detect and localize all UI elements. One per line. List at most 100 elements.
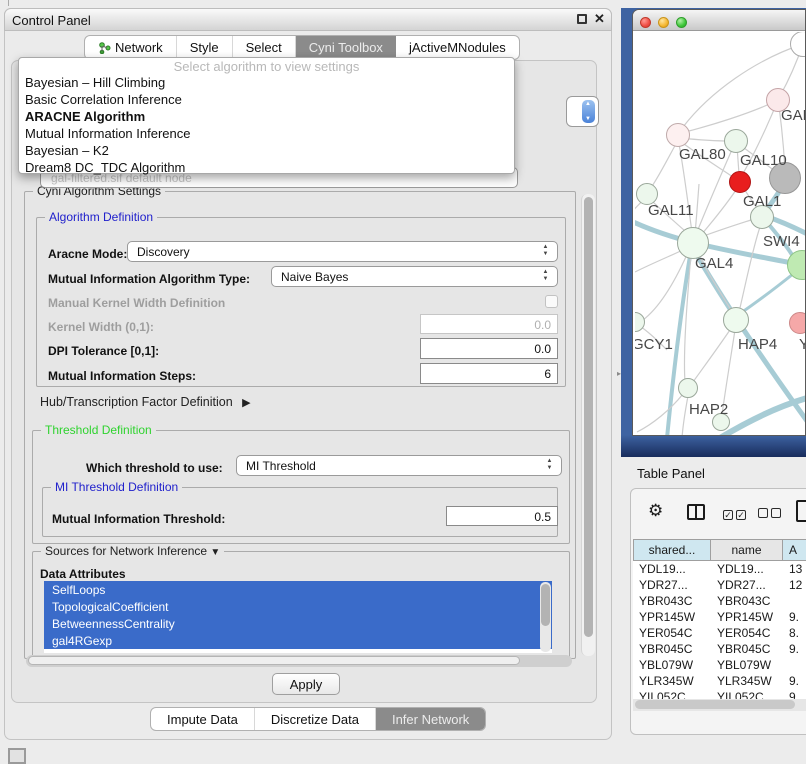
algorithm-definition-title: Algorithm Definition	[45, 210, 157, 224]
tab-discretize-data[interactable]: Discretize Data	[255, 708, 376, 730]
tab-impute-data[interactable]: Impute Data	[151, 708, 255, 730]
network-tab-icon	[98, 42, 111, 54]
mi-steps-field[interactable]: 6	[420, 363, 558, 384]
manual-kernel-checkbox[interactable]	[545, 295, 558, 308]
table-row[interactable]: YBR045CYBR045C9.	[633, 641, 806, 657]
window-minimize-icon[interactable]	[658, 17, 669, 28]
network-node-salmon[interactable]	[789, 312, 806, 334]
which-threshold-label: Which threshold to use:	[86, 461, 223, 475]
which-threshold-combo[interactable]: MI Threshold ▲▼	[236, 455, 562, 476]
window-close-icon[interactable]	[640, 17, 651, 28]
network-window-titlebar[interactable]	[633, 10, 805, 31]
table-row[interactable]: YLR345WYLR345W9.	[633, 673, 806, 689]
node-label: GAL80	[679, 146, 726, 163]
settings-hscrollbar[interactable]	[26, 655, 572, 667]
tab-infer-network[interactable]: Infer Network	[376, 708, 485, 730]
tab-network-label: Network	[115, 40, 163, 55]
node-label: SWI4	[763, 233, 800, 250]
mi-type-combo[interactable]: Naive Bayes ▲▼	[271, 266, 558, 287]
table-row[interactable]: YBR043CYBR043C	[633, 593, 806, 609]
dropdown-item[interactable]: Basic Correlation Inference	[19, 91, 514, 108]
which-threshold-value: MI Threshold	[246, 459, 316, 473]
table-row[interactable]: YER054CYER054C8.	[633, 625, 806, 641]
table-panel: ⚙ ✓✓ shared... name A YDL19...YDL19...13…	[630, 488, 806, 735]
aracne-mode-combo[interactable]: Discovery ▲▼	[127, 241, 558, 262]
node-label: GAL1	[743, 193, 781, 210]
mi-threshold-label: Mutual Information Threshold:	[52, 512, 225, 526]
node-label: GAL	[781, 107, 806, 124]
document-icon[interactable]	[796, 500, 806, 522]
node-label: GCY1	[635, 336, 673, 353]
sources-group-title: Sources for Network Inference ▼	[41, 544, 224, 558]
column-header-name[interactable]: name	[711, 539, 783, 561]
hidden-combo-fragment	[566, 96, 599, 127]
close-icon[interactable]: ✕	[594, 11, 605, 27]
control-panel-header	[4, 8, 612, 31]
mi-threshold-definition-title: MI Threshold Definition	[51, 480, 182, 494]
dropdown-item-selected[interactable]: ARACNE Algorithm	[19, 108, 514, 125]
node-label: GAL4	[695, 255, 733, 272]
network-node-hap4[interactable]	[723, 307, 749, 333]
node-label: HAP4	[738, 336, 777, 353]
list-scrollbar[interactable]	[540, 582, 551, 652]
data-attributes-label: Data Attributes	[40, 567, 126, 581]
table-row[interactable]: YDR27...YDR27...12	[633, 577, 806, 593]
tab-network[interactable]: Network	[85, 36, 177, 59]
aracne-mode-label: Aracne Mode:	[48, 247, 127, 261]
table-body[interactable]: YDL19...YDL19...13 YDR27...YDR27...12 YB…	[633, 561, 806, 701]
dpi-tolerance-field[interactable]: 0.0	[420, 338, 558, 359]
hub-definition-label: Hub/Transcription Factor Definition	[40, 395, 233, 409]
algorithm-dropdown-list: Select algorithm to view settings Bayesi…	[18, 57, 515, 174]
dropdown-item[interactable]: Dream8 DC_TDC Algorithm	[19, 159, 514, 176]
network-node-gal10[interactable]	[724, 129, 748, 153]
node-label: GAL10	[740, 152, 787, 169]
left-edge-line	[8, 0, 9, 6]
mi-threshold-field[interactable]: 0.5	[446, 506, 558, 526]
mi-steps-label: Mutual Information Steps:	[48, 369, 196, 383]
data-attributes-list[interactable]: SelfLoops TopologicalCoefficient Between…	[44, 581, 552, 653]
dpi-tolerance-label: DPI Tolerance [0,1]:	[48, 344, 159, 358]
gear-icon[interactable]: ⚙	[648, 501, 663, 521]
list-item[interactable]: BetweennessCentrality	[44, 615, 552, 632]
apply-button[interactable]: Apply	[272, 673, 340, 695]
network-canvas[interactable]: GAL GAL80 GAL10 GAL1 GAL11 SWI4 GAL4 GCY…	[635, 32, 806, 436]
dropdown-item[interactable]: Mutual Information Inference	[19, 125, 514, 142]
list-item[interactable]: SelfLoops	[44, 581, 552, 598]
settings-scrollbar[interactable]	[581, 194, 595, 656]
collapse-arrow-icon[interactable]: ▼	[210, 547, 220, 558]
table-row[interactable]: YBL079WYBL079W	[633, 657, 806, 673]
clear-all-checks-icon[interactable]	[758, 505, 784, 523]
combo-spinner-icon: ▲▼	[541, 244, 550, 258]
table-row[interactable]: YDL19...YDL19...13	[633, 561, 806, 577]
network-node-gal80[interactable]	[666, 123, 690, 147]
network-node-hap2[interactable]	[678, 378, 698, 398]
network-window[interactable]: GAL GAL80 GAL10 GAL1 GAL11 SWI4 GAL4 GCY…	[632, 9, 806, 436]
table-row[interactable]: YPR145WYPR145W9.	[633, 609, 806, 625]
tab-cyni-toolbox[interactable]: Cyni Toolbox	[296, 36, 396, 59]
dropdown-item[interactable]: Bayesian – Hill Climbing	[19, 74, 514, 91]
table-panel-title: Table Panel	[637, 466, 705, 481]
window-zoom-icon[interactable]	[676, 17, 687, 28]
column-header-cut[interactable]: A	[783, 539, 806, 561]
float-panel-icon[interactable]	[577, 14, 587, 24]
list-item[interactable]: TopologicalCoefficient	[44, 598, 552, 615]
list-item[interactable]: gal4RGexp	[44, 632, 552, 649]
expander-arrow-icon: ▶	[242, 397, 250, 409]
kernel-width-label: Kernel Width (0,1):	[48, 320, 154, 334]
table-header-row: shared... name A	[633, 539, 806, 561]
bottom-tabbar: Impute Data Discretize Data Infer Networ…	[150, 707, 486, 731]
tab-style[interactable]: Style	[177, 36, 233, 59]
table-hscrollbar[interactable]	[633, 699, 806, 711]
network-node-selected-red[interactable]	[729, 171, 751, 193]
select-all-checks-icon[interactable]: ✓✓	[723, 505, 749, 523]
tab-select[interactable]: Select	[233, 36, 296, 59]
dropdown-item[interactable]: Bayesian – K2	[19, 142, 514, 159]
column-header-shared-name[interactable]: shared...	[633, 539, 711, 561]
split-columns-icon[interactable]	[687, 504, 705, 520]
hub-definition-expander[interactable]: Hub/Transcription Factor Definition ▶	[40, 395, 251, 409]
combo-spinner-icon: ▲▼	[545, 458, 554, 472]
tab-jactivemnodules[interactable]: jActiveMNodules	[396, 36, 519, 59]
kernel-width-field[interactable]: 0.0	[420, 314, 558, 334]
manual-kernel-label: Manual Kernel Width Definition	[48, 296, 225, 310]
node-label: HAP2	[689, 401, 728, 418]
